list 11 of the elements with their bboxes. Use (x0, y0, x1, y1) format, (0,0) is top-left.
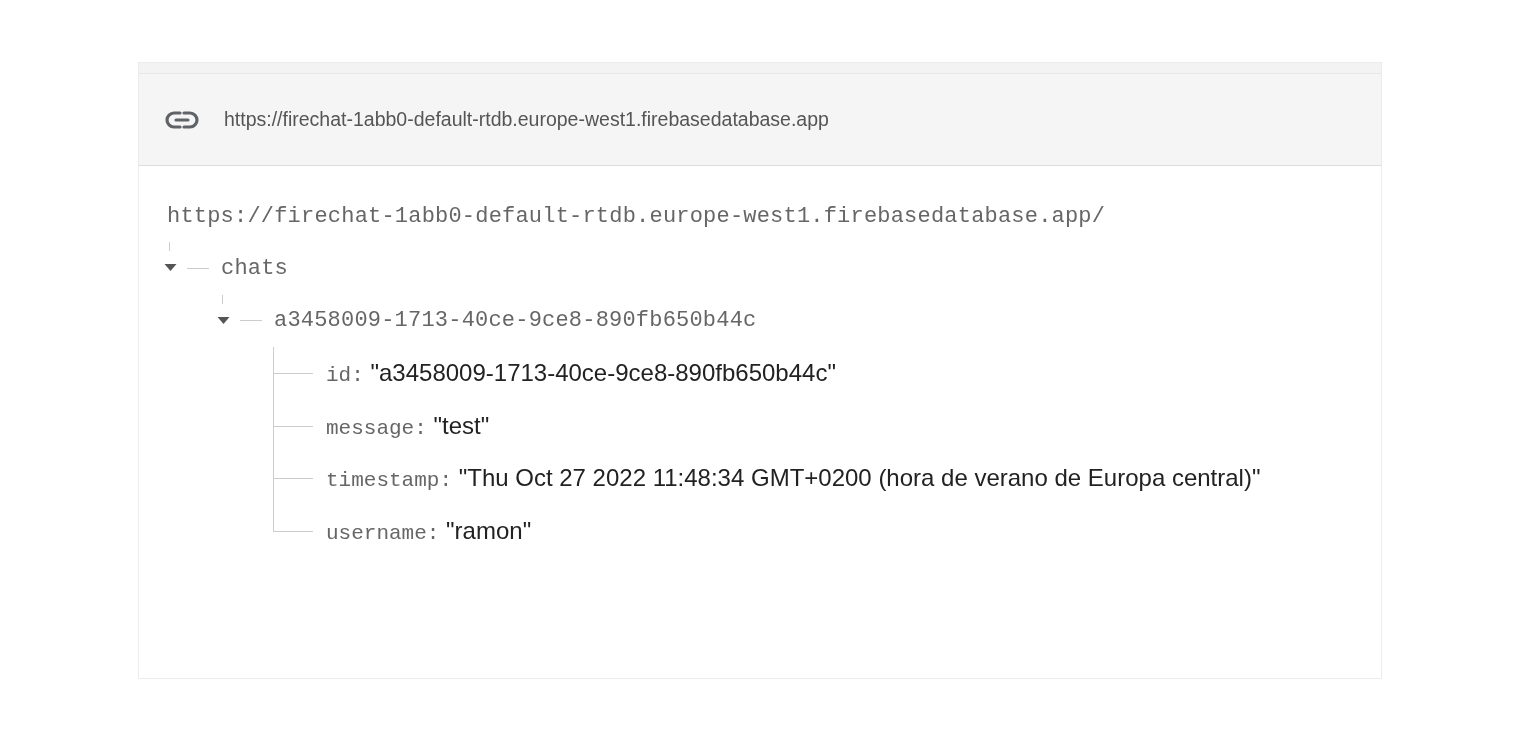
node-key[interactable]: chats (221, 255, 288, 281)
field-entry: username: "ramon" (326, 516, 532, 545)
field-entry: timestamp: "Thu Oct 27 2022 11:48:34 GMT+0200 (hora de verano de Europa central)" (326, 464, 1261, 493)
caret-icon[interactable] (216, 316, 230, 325)
root-url: https://firechat-1abb0-default-rtdb.europe-west1.firebasedatabase.app/ (167, 202, 1107, 231)
field-entry: id: "a3458009-1713-40ce-9ce8-890fb650b44c" (326, 359, 836, 388)
database-url: https://firechat-1abb0-default-rtdb.europe-west1.firebasedatabase.app (224, 108, 829, 131)
caret-icon[interactable] (163, 264, 177, 273)
node-key[interactable]: a3458009-1713-40ce-9ce8-890fb650b44c (274, 308, 757, 334)
field-entry: message: "test" (326, 411, 490, 440)
link-icon (165, 110, 199, 129)
